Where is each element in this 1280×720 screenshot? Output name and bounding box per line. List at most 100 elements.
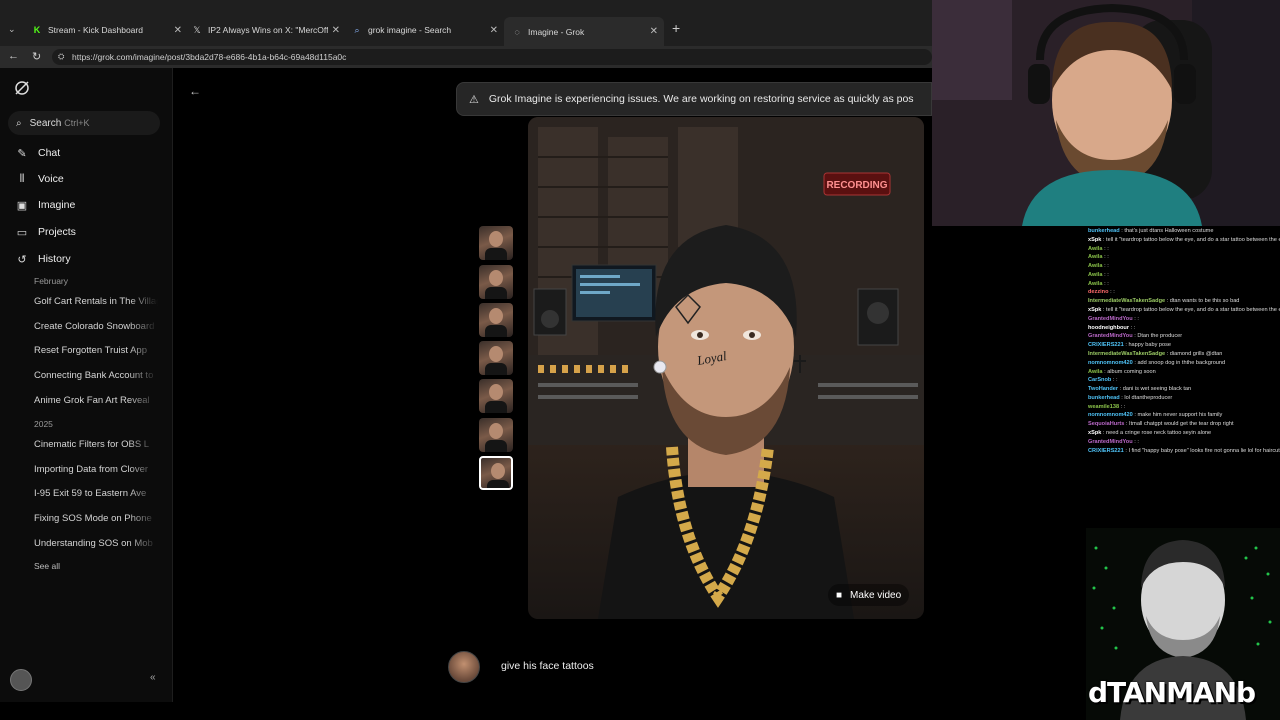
prompt-bar: give his face tattoos ▨ ⌄ ↑ — [448, 650, 1000, 684]
chat-username[interactable]: nomnomnom420 — [1088, 360, 1133, 366]
tab-list-dropdown-icon[interactable]: ⌄ — [8, 24, 16, 35]
browser-tab[interactable]: K Stream - Kick Dashboard ✕ — [32, 20, 182, 40]
chat-username[interactable]: GrantedMindYou — [1088, 439, 1133, 445]
chat-text: that's just dtans Halloween costume — [1124, 228, 1214, 234]
chat-username[interactable]: GrantedMindYou — [1088, 333, 1133, 339]
chat-message: Awila : : — [1088, 281, 1280, 288]
nav-projects[interactable]: ▭ Projects — [16, 226, 76, 239]
see-all-link[interactable]: See all — [34, 561, 60, 571]
image-thumbnail[interactable] — [479, 341, 513, 375]
recording-sign-text: RECORDING — [826, 180, 887, 191]
nav-chat[interactable]: ✎ Chat — [16, 147, 60, 160]
close-tab-icon[interactable]: ✕ — [650, 26, 658, 37]
history-item[interactable]: Create Colorado Snowboard — [34, 321, 158, 332]
chat-username[interactable]: CRIXIERS221 — [1088, 448, 1124, 454]
history-item[interactable]: Cinematic Filters for OBS L — [34, 439, 158, 450]
new-tab-icon[interactable]: + — [672, 20, 680, 36]
chat-username[interactable]: IntermediateWasTakenSadge — [1088, 298, 1165, 304]
chat-text: add snoop dog in ththe background — [1137, 359, 1226, 366]
chat-username[interactable]: CarSnob — [1088, 377, 1111, 383]
prompt-input[interactable]: give his face tattoos — [501, 660, 594, 672]
chat-username[interactable]: xSpk — [1088, 237, 1101, 243]
close-tab-icon[interactable]: ✕ — [490, 25, 498, 36]
make-video-button[interactable]: ■ Make video — [828, 584, 910, 606]
history-item[interactable]: Connecting Bank Account to — [34, 370, 158, 381]
sidebar: ⌕ Search Ctrl+K ✎ Chat ⦀ Voice ▣ Imagine… — [0, 68, 173, 702]
chat-message: GrantedMindYou : Dtan the producer — [1088, 333, 1280, 340]
history-item[interactable]: Anime Grok Fan Art Reveal — [34, 395, 158, 406]
chat-username[interactable]: xSpk — [1088, 307, 1101, 313]
webcam-overlay — [932, 0, 1280, 226]
streamer-brand-text: dTANMANb — [1088, 676, 1256, 709]
chat-message: weamile138 : : — [1088, 404, 1280, 411]
search-icon: ⌕ — [354, 24, 360, 35]
browser-tab-active[interactable]: ◌ Imagine - Grok ✕ — [504, 17, 664, 46]
back-arrow-icon[interactable]: ← — [189, 84, 201, 98]
chat-username[interactable]: Awila — [1088, 246, 1103, 252]
imagine-icon: ▣ — [16, 199, 28, 212]
chat-text: dani is wet seeing black tan — [1122, 386, 1192, 393]
image-thumbnail[interactable] — [479, 379, 513, 413]
close-tab-icon[interactable]: ✕ — [174, 25, 182, 36]
chat-text: make him never support his family — [1137, 412, 1223, 419]
url-field[interactable]: ⛭ https://grok.com/imagine/post/3bda2d78… — [52, 49, 932, 65]
chat-text: : — [1137, 438, 1139, 445]
chat-text: : — [1113, 289, 1115, 296]
chat-username[interactable]: Awila — [1088, 263, 1103, 269]
chat-message: bunkerhead : that's just dtans Halloween… — [1088, 228, 1280, 235]
search-button[interactable]: ⌕ Search Ctrl+K — [8, 111, 160, 135]
nav-history[interactable]: ↺ History — [16, 253, 70, 266]
nav-imagine[interactable]: ▣ Imagine — [16, 199, 76, 212]
webcam-feed — [932, 0, 1280, 226]
image-thumbnail[interactable] — [479, 265, 513, 299]
site-info-icon[interactable]: ⛭ — [58, 52, 64, 62]
history-item[interactable]: Reset Forgotten Truist App — [34, 345, 158, 356]
chat-username[interactable]: bunkerhead — [1088, 228, 1120, 234]
chat-username[interactable]: Awila — [1088, 369, 1103, 375]
chat-text: : — [1115, 377, 1118, 384]
collapse-sidebar-icon[interactable]: « — [150, 672, 156, 683]
image-thumbnail[interactable] — [479, 303, 513, 337]
chat-text: dtan wants to be this so bad — [1169, 298, 1240, 305]
user-avatar[interactable] — [10, 669, 32, 691]
nav-label: Imagine — [38, 199, 76, 211]
history-item[interactable]: Understanding SOS on Mob — [34, 538, 158, 549]
back-icon[interactable]: ← — [8, 50, 19, 62]
nav-voice[interactable]: ⦀ Voice — [16, 173, 64, 186]
chat-message: bunkerhead : lol dtantheproducer — [1088, 395, 1280, 402]
chat-username[interactable]: CRIXIERS221 — [1088, 342, 1124, 348]
generated-image[interactable]: RECORDING Loyal — [528, 117, 924, 619]
reload-icon[interactable]: ↻ — [32, 50, 41, 63]
history-item[interactable]: Fixing SOS Mode on Phone — [34, 513, 158, 524]
browser-tab[interactable]: 𝕏 IP2 Always Wins on X: "MercOffDa ✕ — [192, 20, 340, 40]
chat-username[interactable]: Awila — [1088, 272, 1103, 278]
history-group-label: 2025 — [34, 419, 53, 429]
history-item[interactable]: I-95 Exit 59 to Eastern Ave — [34, 488, 158, 499]
history-item[interactable]: Importing Data from Clover — [34, 464, 158, 475]
chat-username[interactable]: Awila — [1088, 281, 1103, 287]
close-tab-icon[interactable]: ✕ — [327, 24, 340, 36]
browser-tab[interactable]: ⌕ grok imagine - Search ✕ — [352, 20, 498, 40]
chat-message: GrantedMindYou : : — [1088, 316, 1280, 323]
chat-username[interactable]: bunkerhead — [1088, 395, 1120, 401]
history-item[interactable]: Golf Cart Rentals in The Villages — [34, 296, 158, 307]
chat-username[interactable]: IntermediateWasTakenSadge — [1088, 351, 1165, 357]
chat-username[interactable]: TwoHander — [1088, 386, 1118, 392]
chat-username[interactable]: nomnomnom420 — [1088, 412, 1133, 418]
chat-username[interactable]: dezzino — [1088, 289, 1109, 295]
search-label: Search — [29, 117, 62, 129]
image-thumbnail[interactable] — [479, 418, 513, 452]
chat-username[interactable]: weamile138 — [1088, 404, 1119, 410]
chat-icon: ✎ — [17, 147, 27, 160]
video-camera-icon: ■ — [836, 589, 843, 601]
chat-username[interactable]: Awila — [1088, 254, 1103, 260]
chat-username[interactable]: hoodneighbour — [1088, 325, 1129, 331]
address-bar: ← ↻ ⛭ https://grok.com/imagine/post/3bda… — [0, 46, 932, 68]
image-thumbnail-selected[interactable] — [479, 456, 513, 490]
image-thumbnail[interactable] — [479, 226, 513, 260]
grok-logo-icon[interactable] — [14, 80, 30, 96]
chat-username[interactable]: GrantedMindYou — [1088, 316, 1133, 322]
chat-username[interactable]: xSpk — [1088, 430, 1101, 436]
chat-username[interactable]: SequoiaHurts — [1088, 421, 1124, 427]
chat-text: happy baby pose — [1128, 342, 1172, 349]
